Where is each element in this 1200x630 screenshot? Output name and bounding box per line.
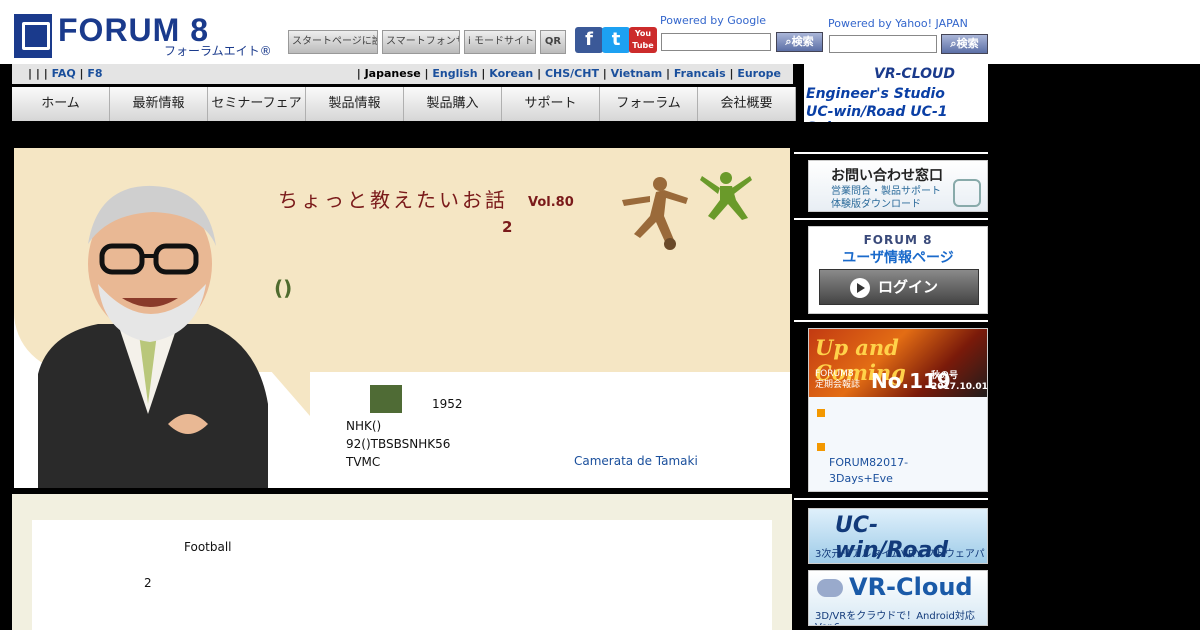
article-line-1: Football [184, 540, 232, 554]
qr-button[interactable]: QR [540, 30, 566, 54]
imode-site-button[interactable]: i モードサイト [464, 30, 536, 54]
nav-products[interactable]: 製品情報 [306, 87, 404, 121]
camerata-link[interactable]: Camerata de Tamaki [574, 454, 698, 468]
forum8-logo[interactable]: FORUM 8 フォーラムエイト® [14, 14, 284, 58]
product-banner[interactable]: VR-CLOUD Engineer's Studio UC-win/Road U… [804, 64, 988, 122]
phone-icon [953, 179, 981, 207]
article-section: Football 2 [12, 494, 792, 630]
lang-vietnam[interactable]: Vietnam [611, 67, 663, 80]
news-bullet-icon [817, 409, 825, 417]
lang-english[interactable]: English [432, 67, 477, 80]
feature-volume: Vol.80 [528, 195, 574, 210]
news-link-forum8-3days[interactable]: FORUM82017- 3Days+Eve [829, 455, 908, 487]
vrcloud-title: VR-Cloud [849, 573, 973, 601]
yahoo-search-input[interactable] [829, 35, 937, 53]
sidebar-divider [794, 320, 988, 322]
language-links: | Japanese | English | Korean | CHS/CHT … [356, 67, 781, 80]
main-nav: ホーム 最新情報 セミナーフェア 製品情報 製品購入 サポート フォーラム 会社… [12, 87, 796, 121]
upcoming-issue-date: 秋の号 2017.10.01 [931, 371, 988, 392]
google-search-label: Powered by Google [660, 14, 767, 27]
upcoming-label: FORUM8 定期会報誌 [815, 369, 861, 390]
goalkeeper-icon [700, 172, 752, 220]
lang-japanese[interactable]: Japanese [365, 67, 421, 80]
up-and-coming-box: Up and Coming FORUM8 定期会報誌 No.119 秋の号 20… [808, 328, 988, 492]
lang-korean[interactable]: Korean [489, 67, 533, 80]
nav-home[interactable]: ホーム [12, 87, 110, 121]
logo-subtext: フォーラムエイト® [164, 44, 272, 58]
play-icon [850, 278, 870, 298]
feature-panel: ちょっと教えたいお話 Vol.80 2 () 1952 NHK() 92()TB… [14, 148, 790, 488]
banner-engineers-studio-text: Engineer's Studio [806, 86, 945, 102]
lang-francais[interactable]: Francais [674, 67, 726, 80]
sidebar-divider [794, 152, 988, 154]
feature-title: ちょっと教えたいお話 [278, 188, 508, 212]
feature-year: 1952 [432, 397, 463, 411]
lang-chinese[interactable]: CHS/CHT [545, 67, 599, 80]
article-line-2: 2 [144, 576, 152, 590]
nav-company[interactable]: 会社概要 [698, 87, 796, 121]
login-button[interactable]: ログイン [819, 269, 979, 305]
page-header: FORUM 8 フォーラムエイト® スタートページに設定 スマートフォンサイト … [0, 0, 1200, 64]
faq-link[interactable]: FAQ [52, 67, 76, 80]
google-search-input[interactable] [661, 33, 771, 51]
nav-news[interactable]: 最新情報 [110, 87, 208, 121]
nav-seminar[interactable]: セミナーフェア [208, 87, 306, 121]
vrcloud-subtitle: 3D/VRをクラウドで！Android対応Ver.6 [815, 611, 975, 625]
ucwin-road-banner[interactable]: UC-win/Road 3次元リアルタイムVRソフトウェアパッケージ [808, 508, 988, 564]
ucwin-subtitle: 3次元リアルタイムVRソフトウェアパッケージ [815, 549, 985, 560]
feature-line-1: NHK() [346, 419, 382, 433]
nav-purchase[interactable]: 製品購入 [404, 87, 502, 121]
yahoo-search-button[interactable]: ⌕検索 [941, 34, 988, 54]
feature-subtitle: () [274, 276, 293, 300]
vr-cloud-banner[interactable]: VR-Cloud 3D/VRをクラウドで！Android対応Ver.6 [808, 570, 988, 626]
feature-number: 2 [502, 218, 513, 236]
smartphone-site-button[interactable]: スマートフォンサイト [382, 30, 460, 54]
news-bullet-icon [817, 443, 825, 451]
feature-line-3: TVMC [346, 455, 381, 469]
yahoo-search-label: Powered by Yahoo! JAPAN [828, 17, 968, 30]
sidebar-divider [794, 498, 988, 500]
f8-link[interactable]: F8 [87, 67, 102, 80]
up-and-coming-banner[interactable]: Up and Coming FORUM8 定期会報誌 No.119 秋の号 20… [809, 329, 988, 397]
banner-ucwinroad-text: UC-win/Road UC-1 Suite [806, 104, 948, 122]
youtube-icon[interactable]: You Tube [629, 27, 657, 53]
language-bar: | | | FAQ | F8 | Japanese | English | Ko… [12, 64, 793, 84]
nav-support[interactable]: サポート [502, 87, 600, 121]
banner-vr-cloud-text: VR-CLOUD [874, 66, 956, 82]
set-startpage-button[interactable]: スタートページに設定 [288, 30, 378, 54]
lang-europe[interactable]: Europe [737, 67, 781, 80]
soccer-player-icon [622, 177, 688, 250]
user-box-title: ユーザ情報ページ [842, 250, 954, 266]
feature-line-2: 92()TBSBSNHK56 [346, 437, 451, 451]
contact-subtitle: 営業問合・製品サポート 体験版ダウンロード [831, 186, 941, 210]
user-box-logo: FORUM 8 [863, 233, 933, 247]
contact-title: お問い合わせ窓口 [831, 168, 943, 184]
nav-forum[interactable]: フォーラム [600, 87, 698, 121]
user-login-box: FORUM 8 ユーザ情報ページ ログイン [808, 226, 988, 314]
cloud-icon [817, 579, 843, 597]
twitter-icon[interactable]: t [602, 27, 630, 53]
article-body: Football 2 [32, 520, 772, 630]
accent-block [370, 385, 402, 413]
logo-text: FORUM 8 [58, 12, 209, 48]
google-search-button[interactable]: ⌕検索 [776, 32, 823, 52]
contact-banner[interactable]: お問い合わせ窓口 営業問合・製品サポート 体験版ダウンロード [808, 160, 988, 212]
speech-bubble-tail [270, 370, 310, 416]
utility-links: | | | FAQ | F8 [28, 67, 103, 80]
forum8-logo-mark-icon [14, 14, 52, 58]
author-portrait [38, 185, 268, 488]
facebook-icon[interactable]: f [575, 27, 603, 53]
sidebar-divider [794, 218, 988, 220]
